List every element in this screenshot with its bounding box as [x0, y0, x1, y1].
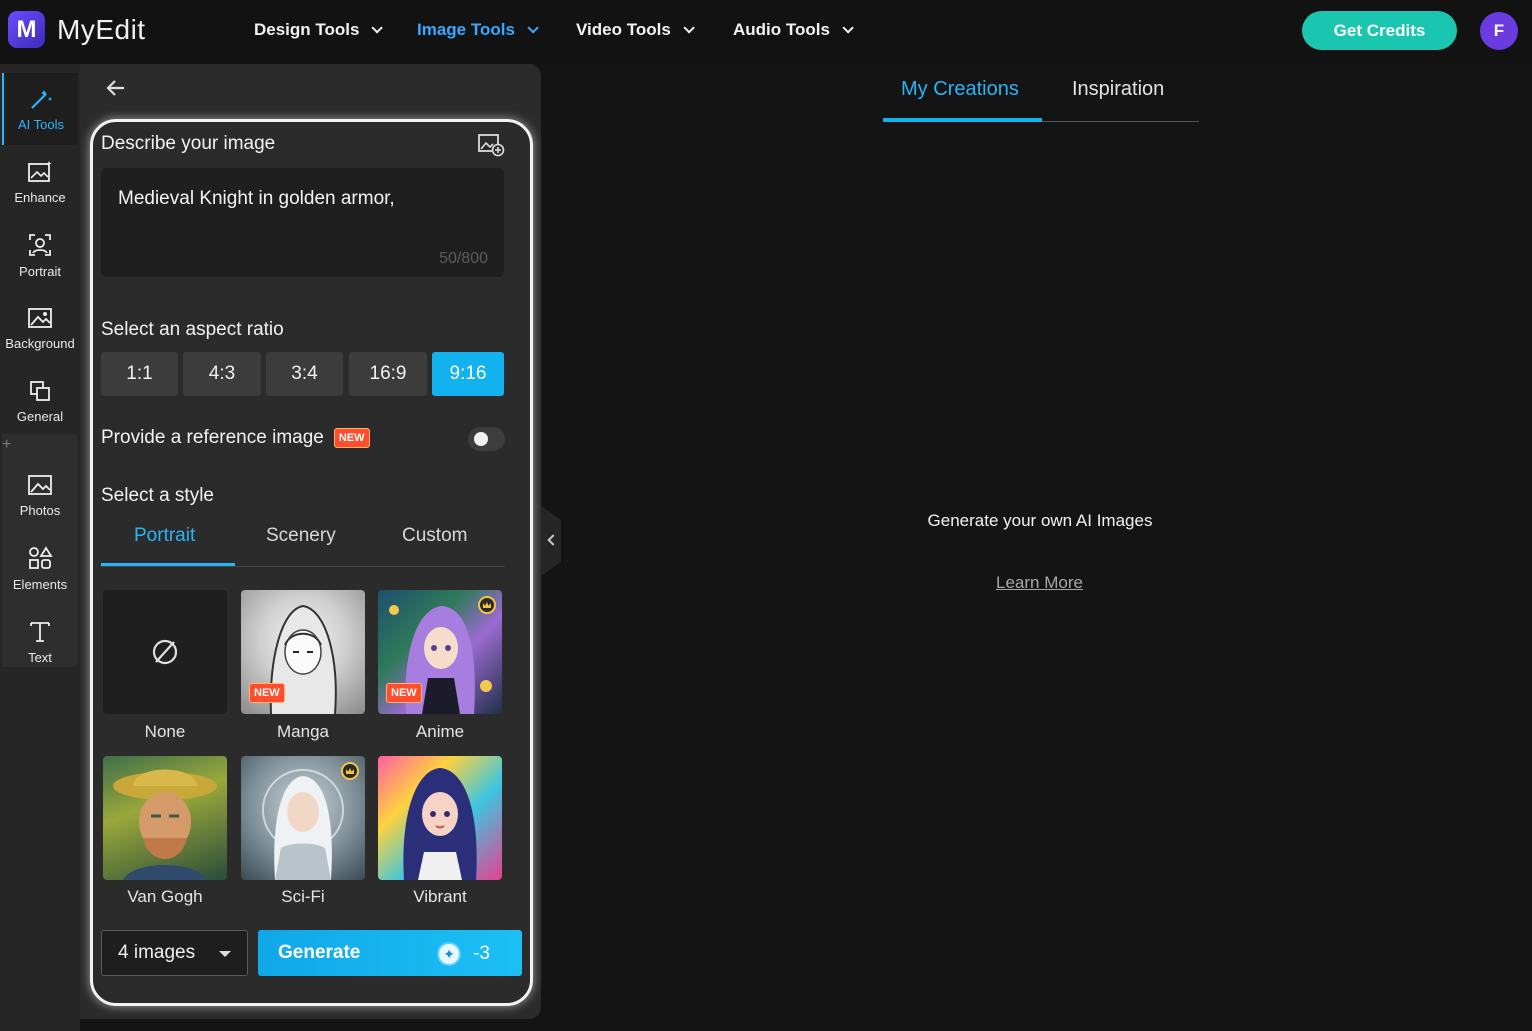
style-card-vibrant[interactable] [378, 756, 502, 880]
nav-video-tools[interactable]: Video Tools [576, 20, 695, 40]
ratio-button-1-1[interactable]: 1:1 [101, 352, 178, 396]
rail-item-label: AI Tools [17, 116, 64, 132]
tool-rail: + AI Tools Enhance Portrait Background G… [0, 64, 80, 1031]
style-label: Select a style [101, 485, 214, 506]
logo[interactable]: M MyEdit [8, 11, 146, 48]
style-name-vibrant: Vibrant [413, 887, 467, 906]
toggle-knob [474, 432, 488, 446]
nav-label: Video Tools [576, 20, 671, 39]
photos-icon [28, 474, 52, 495]
style-name-manga: Manga [277, 722, 329, 741]
credit-cost: ✦ -3 [437, 942, 490, 966]
general-icon [30, 380, 50, 401]
chevron-down-icon [842, 22, 854, 34]
rail-item-label: Enhance [14, 189, 66, 205]
rail-item-label: Text [28, 649, 52, 665]
ratio-button-9-16[interactable]: 9:16 [432, 352, 504, 396]
nav-label: Image Tools [417, 20, 515, 39]
top-bar: M MyEdit Design Tools Image Tools Video … [0, 0, 1532, 64]
style-card-none[interactable] [103, 590, 227, 714]
ratio-button-16-9[interactable]: 16:9 [349, 352, 427, 396]
chevron-down-icon [683, 22, 695, 34]
tab-scenery[interactable]: Scenery [266, 525, 336, 547]
rail-item-label: Portrait [19, 263, 61, 279]
none-icon [152, 639, 178, 665]
back-arrow-icon[interactable] [104, 76, 128, 100]
rail-item-elements[interactable]: Elements [2, 532, 78, 604]
tab-portrait[interactable]: Portrait [134, 525, 195, 547]
nav-label: Audio Tools [733, 20, 830, 39]
tab-my-creations[interactable]: My Creations [901, 78, 1019, 101]
tab-active-indicator [101, 563, 235, 566]
rail-item-label: Background [5, 335, 75, 351]
aspect-ratio-label: Select an aspect ratio [101, 319, 284, 340]
describe-label: Describe your image [101, 133, 276, 154]
rail-item-general[interactable]: General [2, 365, 78, 437]
new-badge: NEW [386, 683, 422, 703]
reference-image-toggle[interactable] [468, 427, 505, 451]
character-count: 50/800 [439, 250, 488, 267]
rail-item-text[interactable]: Text [2, 605, 78, 677]
style-card-manga[interactable]: NEW [241, 590, 365, 714]
style-card-van-gogh[interactable] [103, 756, 227, 880]
nav-image-tools[interactable]: Image Tools [417, 20, 539, 40]
enhance-icon [28, 160, 52, 182]
empty-state-title: Generate your own AI Images [927, 511, 1153, 530]
style-name-anime: Anime [415, 722, 465, 741]
generate-label: Generate [278, 942, 361, 963]
plus-icon[interactable]: + [2, 436, 11, 454]
nav-design-tools[interactable]: Design Tools [254, 20, 384, 40]
chevron-down-icon [371, 22, 384, 34]
image-count-select[interactable]: 4 images [101, 930, 248, 976]
ratio-button-3-4[interactable]: 3:4 [266, 352, 343, 396]
rail-item-label: Photos [19, 502, 61, 518]
new-badge: NEW [333, 428, 370, 448]
prompt-input[interactable]: Medieval Knight in golden armor, 50/800 [101, 168, 504, 277]
generate-button[interactable]: Generate ✦ -3 [258, 930, 522, 976]
nav-audio-tools[interactable]: Audio Tools [733, 20, 854, 40]
style-name-van-gogh: Van Gogh [127, 887, 203, 906]
rail-item-photos[interactable]: Photos [2, 459, 78, 531]
ratio-button-4-3[interactable]: 4:3 [183, 352, 261, 396]
tab-divider [101, 566, 505, 567]
image-count-value: 4 images [118, 942, 196, 963]
rail-item-portrait[interactable]: Portrait [2, 219, 78, 291]
get-credits-button[interactable]: Get Credits [1302, 11, 1457, 50]
main-tab-active-indicator [883, 118, 1042, 122]
image-reference-icon[interactable] [477, 132, 505, 158]
rail-item-label: General [16, 408, 64, 424]
new-badge: NEW [249, 683, 285, 703]
rail-item-enhance[interactable]: Enhance [2, 146, 78, 218]
rail-item-background[interactable]: Background [2, 292, 78, 364]
tab-custom[interactable]: Custom [402, 525, 467, 547]
credit-icon: ✦ [437, 942, 462, 966]
van-gogh-thumbnail [113, 769, 217, 880]
style-name-none: None [144, 722, 186, 741]
learn-more-link[interactable]: Learn More [996, 573, 1083, 593]
nav-label: Design Tools [254, 20, 360, 39]
reference-image-label: Provide a reference image [101, 427, 324, 448]
premium-crown-icon [341, 762, 359, 780]
reference-image-row: Provide a reference image NEW [101, 427, 370, 449]
portrait-icon [29, 233, 51, 256]
logo-text: MyEdit [57, 13, 146, 45]
myedit-logo-icon: M [8, 11, 45, 48]
vibrant-thumbnail [403, 768, 477, 880]
caret-down-icon [219, 951, 231, 957]
tab-inspiration[interactable]: Inspiration [1072, 78, 1164, 101]
style-card-anime[interactable]: NEW [378, 590, 502, 714]
style-name-sci-fi: Sci-Fi [281, 887, 325, 906]
elements-icon [29, 545, 53, 569]
premium-crown-icon [478, 596, 496, 614]
credit-cost-value: -3 [473, 943, 490, 964]
rail-item-label: Elements [12, 576, 68, 592]
prompt-text: Medieval Knight in golden armor, [118, 188, 395, 209]
style-card-sci-fi[interactable] [241, 756, 365, 880]
magic-wand-icon [31, 89, 52, 109]
text-icon [30, 621, 50, 642]
rail-item-ai-tools[interactable]: AI Tools [2, 73, 78, 145]
background-icon [28, 307, 52, 328]
avatar[interactable]: F [1480, 12, 1518, 50]
chevron-down-icon [527, 22, 539, 34]
